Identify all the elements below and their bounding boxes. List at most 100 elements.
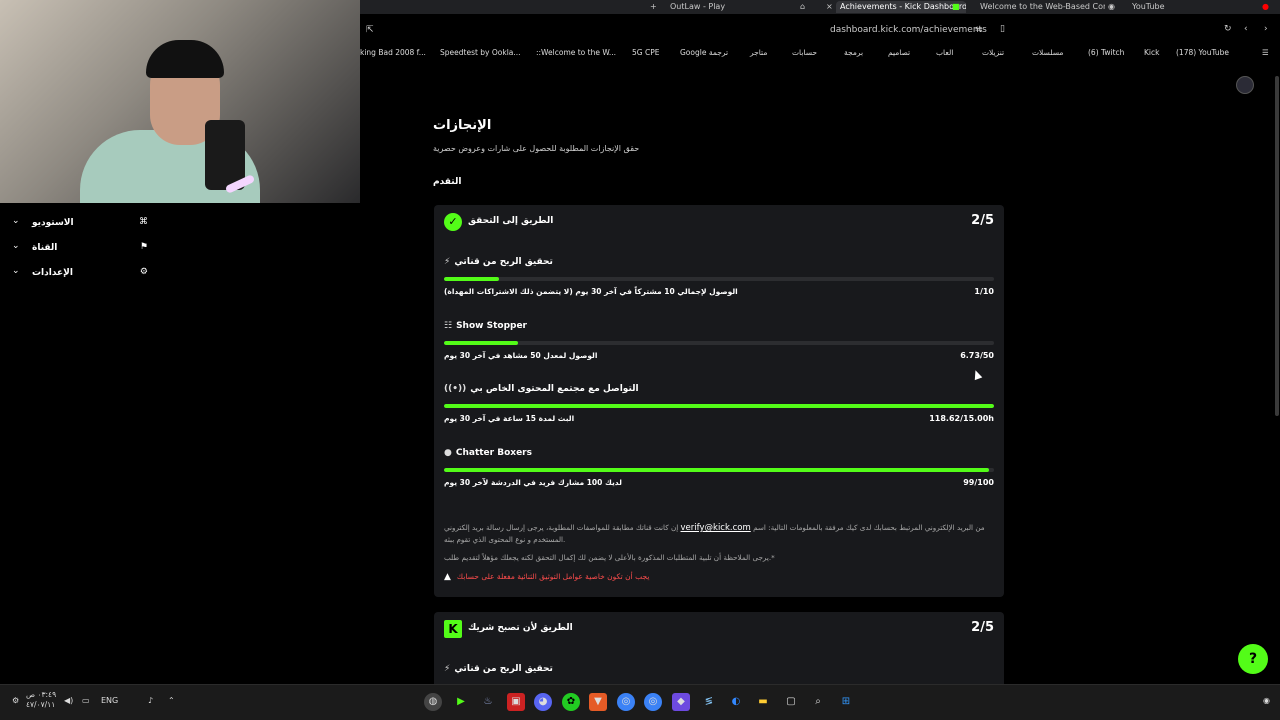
progress-bar bbox=[444, 404, 994, 408]
bookmark-icon[interactable]: ▯ bbox=[1000, 24, 1005, 34]
volume-icon[interactable]: ◀) bbox=[64, 696, 73, 705]
two-factor-warning: ▲ يجب أن تكون خاصية عوامل التوثيق الثنائي… bbox=[444, 572, 650, 582]
task-view-icon[interactable]: ▢ bbox=[782, 693, 800, 711]
bookmark-item[interactable]: تصاميم bbox=[888, 48, 910, 57]
address-bar: ⇱ dashboard.kick.com/achievements ⇋ ▯ ↻ … bbox=[360, 20, 1280, 42]
site-settings-icon[interactable]: ⇋ bbox=[975, 25, 983, 35]
display-icon[interactable]: ▭ bbox=[82, 696, 90, 705]
broadcast-icon: ((•)) bbox=[444, 384, 467, 394]
bookmark-item[interactable]: (6) Twitch bbox=[1088, 48, 1124, 57]
achievement-description: لديك 100 مشارك فريد في الدردشة لآخر 30 ي… bbox=[444, 478, 622, 487]
tab-pin-icon: ⌂ bbox=[800, 2, 806, 11]
sidebar-item-label: الاستوديو bbox=[32, 218, 74, 228]
verify-email-link[interactable]: verify@kick.com bbox=[681, 523, 751, 533]
back-icon[interactable]: ‹ bbox=[1244, 24, 1248, 34]
scrollbar[interactable] bbox=[1275, 76, 1279, 416]
bookmark-item[interactable]: 5G CPE bbox=[632, 48, 659, 57]
achievement-value: 1/10 bbox=[974, 287, 994, 296]
section-title: التقدم bbox=[433, 177, 462, 187]
progress-fill bbox=[444, 341, 519, 345]
bookmark-item[interactable]: Google ترجمة bbox=[680, 48, 728, 57]
progress-fill bbox=[444, 468, 989, 472]
bookmarks-bar: king Bad 2008 f... Speedtest by Ookla...… bbox=[360, 44, 1280, 62]
obs-icon[interactable]: ◍ bbox=[424, 693, 442, 711]
bookmark-item[interactable]: برمجة bbox=[844, 48, 863, 57]
achievement-value: 118.62/15.00h bbox=[929, 414, 994, 423]
progress-fill bbox=[444, 404, 994, 408]
youtube-icon: ● bbox=[1262, 2, 1269, 11]
bookmark-item[interactable]: تنزيلات bbox=[982, 48, 1004, 57]
kick-logo-icon: K bbox=[444, 620, 462, 638]
discord-icon[interactable]: ◕ bbox=[534, 693, 552, 711]
sidebar-item-label: القناة bbox=[32, 243, 58, 253]
game-icon[interactable]: ✿ bbox=[562, 693, 580, 711]
chevron-down-icon: ⌄ bbox=[12, 266, 20, 276]
search-icon[interactable]: ⌕ bbox=[809, 693, 827, 711]
verification-path-card: ✓ الطريق إلى التحقق 2/5 ⚡ تحقيق الربح من … bbox=[434, 205, 1004, 597]
help-chat-button[interactable]: ? bbox=[1238, 644, 1268, 674]
avatar[interactable] bbox=[1236, 76, 1254, 94]
webcam-overlay bbox=[0, 0, 360, 203]
taskbar: ⚙ ٠٣:٤٩ ص ٤٧/٠٧/١١ ◀) ▭ ENG ♪ ⌃ ◍ ▶ ♨ ▣ ◕… bbox=[0, 684, 1280, 720]
steam-icon[interactable]: ♨ bbox=[479, 693, 497, 711]
chevron-down-icon: ⌄ bbox=[12, 216, 20, 226]
kick-app-icon[interactable]: ▶ bbox=[452, 693, 470, 711]
bookmark-item[interactable]: (178) YouTube bbox=[1176, 48, 1229, 57]
windows-start-icon[interactable]: ⊞ bbox=[837, 693, 855, 711]
gear-icon: ⚙ bbox=[139, 267, 148, 277]
vscode-icon[interactable]: ≶ bbox=[700, 693, 718, 711]
progress-bar bbox=[444, 277, 994, 281]
chevron-up-icon[interactable]: ⌃ bbox=[168, 696, 175, 705]
chrome-profile-icon[interactable]: ◎ bbox=[644, 693, 662, 711]
edge-icon[interactable]: ◐ bbox=[727, 693, 745, 711]
clock[interactable]: ٠٣:٤٩ ص ٤٧/٠٧/١١ bbox=[26, 690, 56, 710]
bookmark-item[interactable]: العاب bbox=[936, 48, 953, 57]
progress-fill bbox=[444, 277, 499, 281]
channel-icon: ⚑ bbox=[139, 242, 148, 252]
verification-note-line2: المستخدم و نوع المحتوى الذي تقوم ببثه. bbox=[444, 535, 566, 544]
chrome-icon[interactable]: ◎ bbox=[617, 693, 635, 711]
folder-icon[interactable]: ▬ bbox=[754, 693, 772, 711]
bookmark-item[interactable]: ::Welcome to the W... bbox=[536, 48, 616, 57]
url-field[interactable]: dashboard.kick.com/achievements bbox=[830, 25, 987, 35]
tab-outlaw[interactable]: OutLaw - Play bbox=[670, 1, 780, 13]
globe-icon: ◉ bbox=[1108, 2, 1115, 11]
sidebar-item-channel[interactable]: ⌄ القناة ⚑ bbox=[10, 241, 150, 255]
disclaimer-note: يرجى الملاحظة أن تلبية المتطلبات المذكور… bbox=[444, 553, 775, 562]
language-indicator[interactable]: ENG bbox=[101, 696, 118, 705]
mic-icon[interactable]: ♪ bbox=[148, 696, 153, 705]
reload-icon[interactable]: ↻ bbox=[1224, 24, 1232, 34]
tab-achievements[interactable]: Achievements - Kick Dashboard bbox=[836, 1, 966, 13]
achievement-value: 99/100 bbox=[963, 478, 994, 487]
menu-icon[interactable]: ☰ bbox=[1262, 48, 1269, 57]
bookmark-item[interactable]: Speedtest by Ookla... bbox=[440, 48, 521, 57]
bookmark-item[interactable]: Kick bbox=[1144, 48, 1159, 57]
achievement-title: ☷ Show Stopper bbox=[444, 321, 527, 331]
progress-bar bbox=[444, 341, 994, 345]
tab-welcome-config[interactable]: Welcome to the Web-Based Config bbox=[980, 1, 1105, 13]
sidebar-item-studio[interactable]: ⌄ الاستوديو ⌘ bbox=[10, 216, 150, 230]
card-progress-count: 2/5 bbox=[971, 213, 994, 228]
close-tab-icon[interactable]: × bbox=[826, 1, 833, 13]
achievement-value: 6.73/50 bbox=[960, 351, 994, 360]
bookmark-item[interactable]: متاجر bbox=[750, 48, 767, 57]
achievement-title: ⚡ تحقيق الربح من قناتي bbox=[444, 664, 553, 674]
tab-youtube[interactable]: YouTube bbox=[1132, 1, 1192, 13]
brave-icon[interactable]: ▼ bbox=[589, 693, 607, 711]
notification-icon[interactable]: ◉ bbox=[1263, 696, 1270, 705]
achievement-description: البث لمدة 15 ساعة في آخر 30 يوم bbox=[444, 414, 575, 423]
streamer-beanie bbox=[146, 40, 224, 78]
app-icon[interactable]: ◆ bbox=[672, 693, 690, 711]
sidebar-item-settings[interactable]: ⌄ الإعدادات ⚙ bbox=[10, 266, 150, 280]
recorder-icon[interactable]: ▣ bbox=[507, 693, 525, 711]
share-icon[interactable]: ⇱ bbox=[366, 25, 374, 35]
network-icon[interactable]: ⚙ bbox=[12, 696, 19, 705]
bookmark-item[interactable]: مسلسلات bbox=[1032, 48, 1063, 57]
bookmark-item[interactable]: حسابات bbox=[792, 48, 817, 57]
warning-icon: ▲ bbox=[444, 572, 451, 582]
forward-icon[interactable]: › bbox=[1264, 24, 1268, 34]
verification-note: إن كانت قناتك مطابقة للمواصفات المطلوبة،… bbox=[444, 523, 985, 533]
new-tab-button[interactable]: + bbox=[650, 1, 657, 13]
page-subtitle: حقق الإنجازات المطلوبة للحصول على شارات … bbox=[433, 144, 640, 153]
bookmark-item[interactable]: king Bad 2008 f... bbox=[360, 48, 426, 57]
